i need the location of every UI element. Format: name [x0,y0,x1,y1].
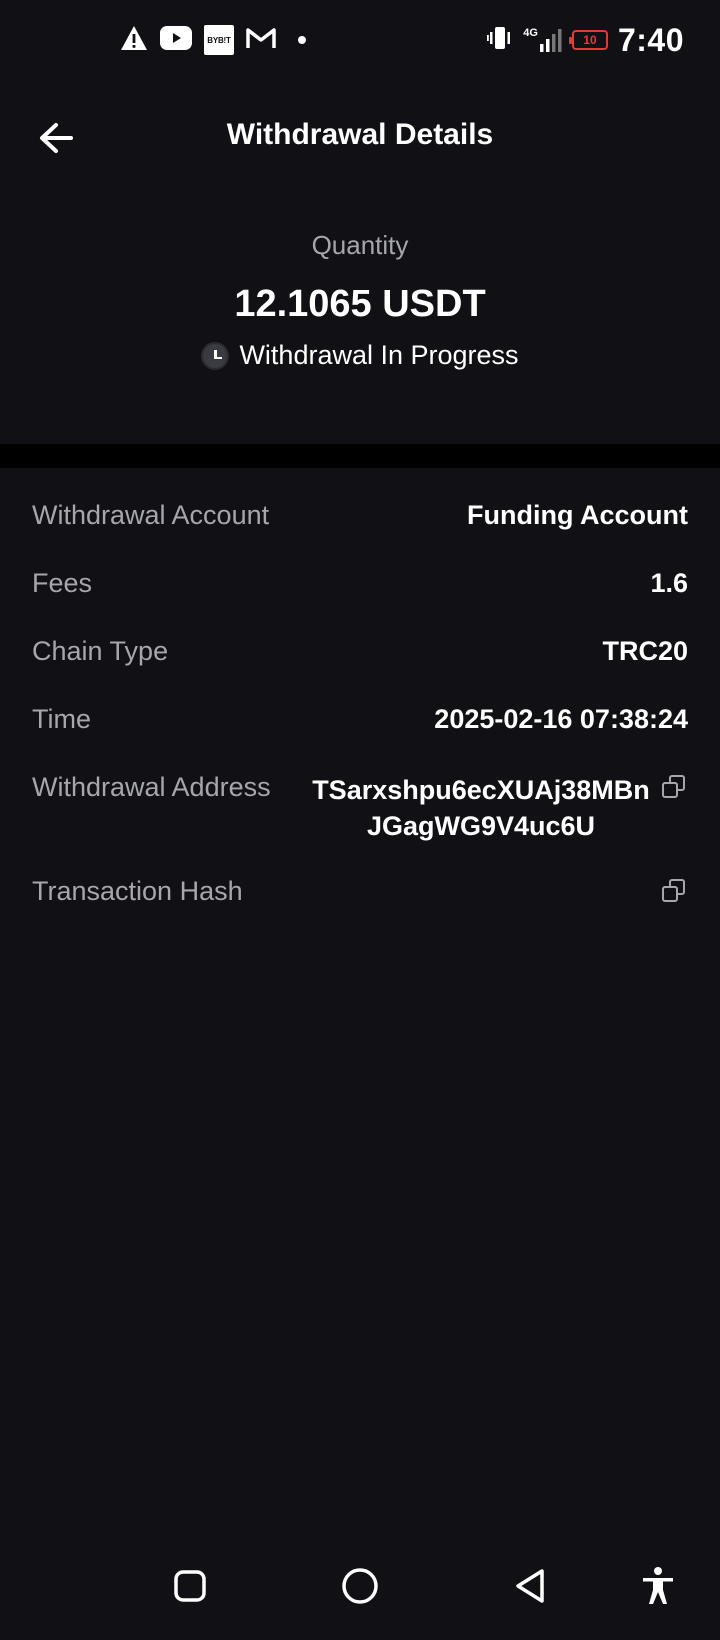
back-icon [513,1568,547,1609]
status-bar-notifications: BYB!T [120,24,306,56]
detail-row-time: Time 2025-02-16 07:38:24 [32,704,688,735]
detail-row-transaction-hash: Transaction Hash [32,876,688,907]
network-type-label: 4G [523,27,538,39]
quantity-label: Quantity [311,230,409,260]
recents-icon [173,1569,207,1608]
home-icon [341,1567,379,1610]
dot-icon [298,36,306,44]
detail-value: Funding Account [467,500,688,530]
withdrawal-address-wrap: TSarxshpu6ecXUAj38MBnJGagWG9V4uc6U [306,772,688,844]
signal-icon: 4G [523,28,562,52]
detail-label: Transaction Hash [32,876,243,906]
page-title: Withdrawal Details [226,118,494,151]
detail-label: Withdrawal Account [32,500,270,530]
status-text: Withdrawal In Progress [239,340,519,370]
transaction-hash-wrap [656,876,688,907]
detail-label: Fees [32,568,93,598]
recents-button[interactable] [162,1560,218,1616]
status-time: 7:40 [617,21,684,58]
withdrawal-summary: Quantity 12.1065 USDT Withdrawal In Prog… [0,230,720,371]
section-divider [0,444,720,468]
nav-back-button[interactable] [502,1560,558,1616]
home-button[interactable] [332,1560,388,1616]
detail-row-withdrawal-account: Withdrawal Account Funding Account [32,500,688,531]
detail-row-chain-type: Chain Type TRC20 [32,636,688,667]
withdrawal-address-value: TSarxshpu6ecXUAj38MBnJGagWG9V4uc6U [312,775,650,841]
quantity-value: 12.1065 USDT [234,283,486,325]
detail-label: Time [32,704,91,734]
bybit-icon: BYB!T [204,25,234,55]
copy-address-icon[interactable] [662,774,688,800]
accessibility-icon [641,1566,675,1611]
system-nav-bar [0,1530,720,1640]
detail-row-fees: Fees 1.6 [32,568,688,599]
youtube-icon [160,25,192,55]
detail-label: Chain Type [32,636,169,666]
detail-value: TRC20 [602,636,688,666]
clock-icon [201,341,230,370]
battery-icon: 10 [568,30,608,50]
accessibility-button[interactable] [630,1560,686,1616]
copy-hash-icon[interactable] [662,878,688,904]
app-header: Withdrawal Details [0,96,720,176]
detail-row-withdrawal-address: Withdrawal Address TSarxshpu6ecXUAj38MBn… [32,772,688,844]
status-bar-system: 4G 10 7:40 [487,20,684,60]
gmail-icon [246,26,276,55]
detail-label: Withdrawal Address [32,772,271,802]
vibrate-icon [487,25,513,56]
status-bar: BYB!T 4G 10 7:40 [0,0,720,80]
detail-value: 1.6 [650,568,688,598]
warning-icon [120,25,148,56]
withdrawal-status: Withdrawal In Progress [0,340,720,371]
detail-value: 2025-02-16 07:38:24 [434,704,688,734]
